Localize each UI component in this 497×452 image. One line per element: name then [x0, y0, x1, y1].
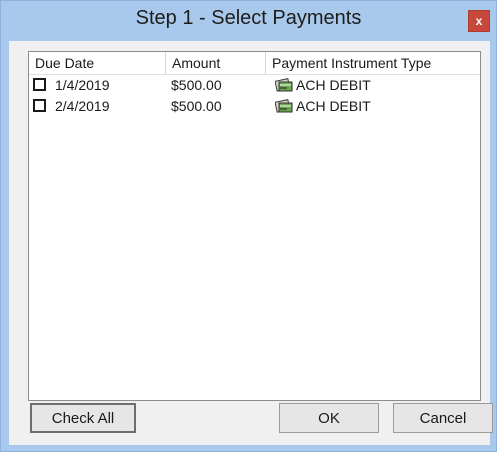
payment-type-cell: ACH DEBIT	[296, 98, 371, 114]
due-date-cell: 2/4/2019	[55, 98, 110, 114]
list-header: Due Date Amount Payment Instrument Type	[29, 52, 480, 75]
title-bar[interactable]: Step 1 - Select Payments x	[1, 1, 496, 41]
ach-debit-icon	[275, 99, 293, 113]
dialog-title: Step 1 - Select Payments	[135, 7, 362, 29]
dialog-window: Step 1 - Select Payments x Due Date Amou…	[0, 0, 497, 452]
close-icon: x	[475, 14, 483, 28]
column-header-amount[interactable]: Amount	[166, 52, 266, 74]
close-button[interactable]: x	[468, 10, 490, 32]
dialog-client-area: Due Date Amount Payment Instrument Type …	[9, 41, 493, 445]
ok-button[interactable]: OK	[279, 403, 379, 433]
row-checkbox[interactable]	[33, 99, 46, 112]
table-row[interactable]: 2/4/2019 $500.00 ACH DEBIT	[29, 96, 480, 117]
cancel-button[interactable]: Cancel	[393, 403, 493, 433]
payment-type-cell: ACH DEBIT	[296, 77, 371, 93]
column-header-payment-instrument-type[interactable]: Payment Instrument Type	[266, 52, 480, 74]
ach-debit-icon	[275, 78, 293, 92]
check-all-button[interactable]: Check All	[30, 403, 136, 433]
amount-cell: $500.00	[171, 77, 222, 93]
due-date-cell: 1/4/2019	[55, 77, 110, 93]
column-header-due-date[interactable]: Due Date	[29, 52, 166, 74]
amount-cell: $500.00	[171, 98, 222, 114]
table-row[interactable]: 1/4/2019 $500.00 ACH DEBIT	[29, 75, 480, 96]
payments-list[interactable]: Due Date Amount Payment Instrument Type …	[28, 51, 481, 401]
row-checkbox[interactable]	[33, 78, 46, 91]
